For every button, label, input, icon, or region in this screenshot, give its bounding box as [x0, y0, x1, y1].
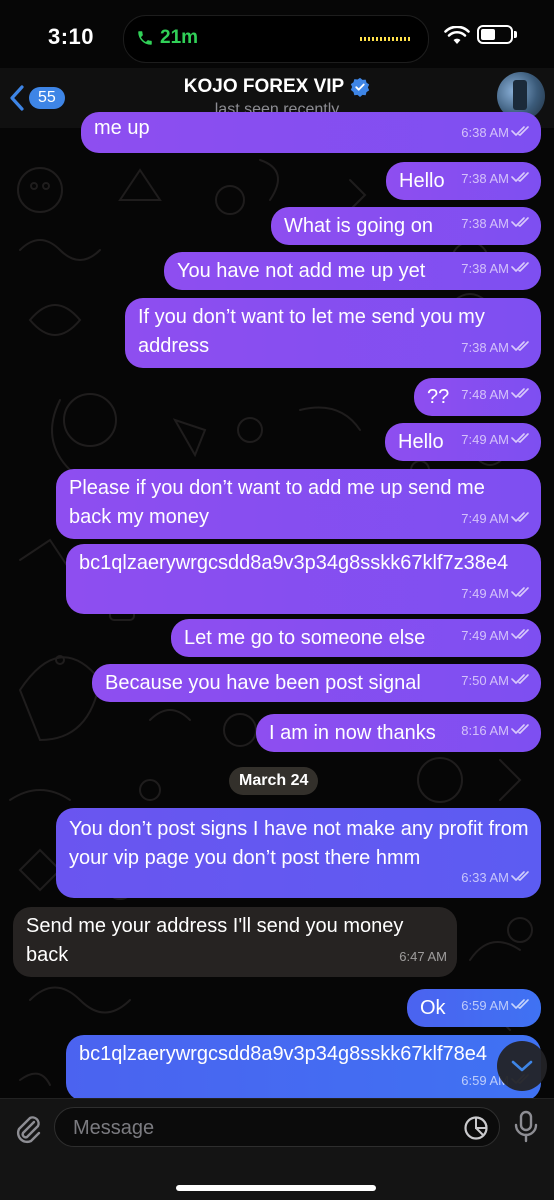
paperclip-icon[interactable]: [12, 1113, 42, 1145]
message-time: 7:49 AM: [461, 628, 509, 643]
message-time: 7:49 AM: [461, 586, 509, 601]
message-bubble[interactable]: me up 6:38 AM: [81, 112, 541, 153]
message-bubble[interactable]: ?? 7:48 AM: [414, 378, 541, 416]
scroll-to-bottom-button[interactable]: [497, 1041, 547, 1091]
back-button[interactable]: 55: [8, 84, 65, 112]
message-text: Please if you don’t want to add me up se…: [69, 477, 485, 528]
message-time: 7:50 AM: [461, 673, 509, 688]
phone-icon: [138, 31, 152, 45]
message-text: If you don’t want to let me send you my …: [138, 306, 485, 357]
read-check-icon: [511, 209, 531, 238]
status-time: 3:10: [48, 24, 95, 49]
message-time: 7:48 AM: [461, 387, 509, 402]
read-check-icon: [511, 333, 531, 362]
message-time: 6:33 AM: [461, 870, 509, 885]
message-bubble[interactable]: I am in now thanks 8:16 AM: [256, 714, 541, 752]
read-check-icon: [511, 254, 531, 283]
audio-waveform: [360, 37, 412, 41]
message-time: 8:16 AM: [461, 723, 509, 738]
read-check-icon: [511, 716, 531, 745]
message-time: 7:38 AM: [461, 171, 509, 186]
read-check-icon: [511, 991, 531, 1020]
read-check-icon: [511, 863, 531, 892]
telegram-chat-screen: 3:10 21m 55 KOJO FOREX VIP last seen rec…: [0, 0, 554, 1200]
message-bubble[interactable]: Send me your address I'll send you money…: [13, 907, 457, 977]
wifi-icon: [444, 26, 470, 44]
message-input-wrapper: [54, 1107, 500, 1147]
read-check-icon: [511, 380, 531, 409]
message-bubble[interactable]: You don’t post signs I have not make any…: [56, 808, 541, 898]
verified-icon: [351, 77, 370, 97]
message-bubble[interactable]: If you don’t want to let me send you my …: [125, 298, 541, 368]
ongoing-call-indicator[interactable]: 21m: [136, 27, 198, 49]
read-check-icon: [511, 621, 531, 650]
read-check-icon: [511, 118, 531, 147]
read-check-icon: [511, 164, 531, 193]
message-input[interactable]: [71, 1114, 445, 1142]
chevron-down-icon: [511, 1060, 533, 1072]
read-check-icon: [511, 579, 531, 608]
sticker-icon[interactable]: [463, 1115, 489, 1141]
status-bar: 3:10 21m: [0, 0, 554, 74]
message-time: 7:38 AM: [461, 340, 509, 355]
read-check-icon: [511, 666, 531, 695]
call-duration: 21m: [160, 27, 199, 48]
message-bubble[interactable]: Because you have been post signal 7:50 A…: [92, 664, 541, 702]
read-check-icon: [511, 504, 531, 533]
message-bubble[interactable]: bc1qlzaerywrgcsdd8a9v3p34g8sskk67klf7z38…: [66, 544, 541, 614]
back-chevron-icon: [10, 85, 24, 111]
read-check-icon: [511, 425, 531, 454]
dynamic-island[interactable]: 21m: [123, 15, 429, 63]
message-time: 7:38 AM: [461, 216, 509, 231]
battery-tip: [514, 31, 517, 38]
battery-icon: [477, 25, 513, 44]
chat-title: KOJO FOREX VIP: [183, 76, 345, 97]
message-time: 7:49 AM: [461, 511, 509, 526]
message-bubble[interactable]: Let me go to someone else 7:49 AM: [171, 619, 541, 657]
message-bubble[interactable]: You have not add me up yet 7:38 AM: [164, 252, 541, 290]
message-bubble[interactable]: What is going on 7:38 AM: [271, 207, 541, 245]
message-bubble[interactable]: Hello 7:38 AM: [386, 162, 541, 200]
message-text: Send me your address I'll send you money…: [26, 915, 404, 966]
message-bubble[interactable]: Ok 6:59 AM: [407, 989, 541, 1027]
message-time: 6:47 AM: [399, 949, 447, 964]
home-indicator: [176, 1185, 376, 1191]
message-time: 7:38 AM: [461, 261, 509, 276]
message-time: 7:49 AM: [461, 432, 509, 447]
message-bubble[interactable]: Please if you don’t want to add me up se…: [56, 469, 541, 539]
date-separator: March 24: [229, 767, 319, 795]
unread-count-badge: 55: [29, 87, 65, 109]
message-bubble[interactable]: bc1qlzaerywrgcsdd8a9v3p34g8sskk67klf78e4…: [66, 1035, 541, 1101]
message-bubble[interactable]: Hello 7:49 AM: [385, 423, 541, 461]
message-time: 6:59 AM: [461, 998, 509, 1013]
message-text: bc1qlzaerywrgcsdd8a9v3p34g8sskk67klf7z38…: [79, 552, 509, 574]
microphone-icon[interactable]: [513, 1110, 539, 1144]
message-time: 6:38 AM: [461, 125, 509, 140]
message-text: bc1qlzaerywrgcsdd8a9v3p34g8sskk67klf78e4: [79, 1043, 488, 1065]
message-text: You don’t post signs I have not make any…: [69, 818, 529, 869]
